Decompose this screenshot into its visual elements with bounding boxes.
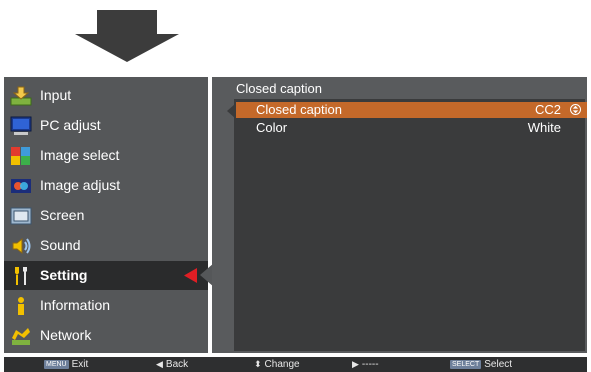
option-closed-caption[interactable]: Closed caption CC2 [236, 102, 587, 118]
information-icon [9, 295, 33, 317]
menu-item-label: Sound [40, 237, 81, 253]
guide-bar: MENU Exit ◀ Back ⬍ Change ▶ ----- SELECT… [4, 357, 587, 372]
right-arrow-icon: ▶ [352, 359, 359, 369]
guide-change-label: Change [264, 359, 300, 370]
menu-item-image-adjust[interactable]: Image adjust [4, 171, 208, 200]
pc-adjust-icon [9, 115, 33, 137]
sound-icon [9, 235, 33, 257]
guide-select: SELECT Select [450, 358, 512, 371]
menu-item-label: Screen [40, 207, 85, 223]
submenu-content-area [234, 99, 585, 351]
down-arrow-icon [75, 10, 179, 62]
menu-item-information[interactable]: Information [4, 291, 208, 320]
submenu-pointer-icon [227, 104, 235, 118]
guide-select-label: Select [484, 359, 513, 370]
menu-item-label: Network [40, 327, 92, 343]
guide-next: ▶ ----- [352, 358, 379, 371]
guide-back: ◀ Back [156, 358, 188, 371]
option-label: Color [256, 120, 288, 135]
select-key-icon: SELECT [450, 360, 482, 369]
menu-item-label: PC adjust [40, 117, 101, 133]
submenu-panel: Closed caption Closed caption CC2 Color … [212, 77, 587, 353]
main-menu: Input PC adjust Image select Image adjus… [4, 77, 208, 353]
guide-change: ⬍ Change [254, 358, 300, 371]
option-value: CC2 [534, 102, 561, 117]
menu-item-setting[interactable]: Setting [4, 261, 208, 290]
setting-icon [9, 265, 33, 287]
guide-exit: MENU Exit [44, 358, 88, 371]
menu-item-label: Image adjust [40, 177, 121, 193]
menu-item-input[interactable]: Input [4, 81, 208, 110]
submenu-title: Closed caption [236, 81, 322, 96]
menu-item-network[interactable]: Network [4, 321, 208, 350]
menu-key-icon: MENU [44, 360, 69, 369]
menu-item-label: Setting [40, 267, 88, 283]
option-value: White [527, 120, 561, 135]
up-down-arrows-icon[interactable] [570, 104, 581, 115]
menu-item-sound[interactable]: Sound [4, 231, 208, 260]
menu-item-label: Image select [40, 147, 120, 163]
screen-icon [9, 205, 33, 227]
guide-next-label: ----- [361, 359, 379, 370]
menu-item-image-select[interactable]: Image select [4, 141, 208, 170]
menu-item-label: Input [40, 87, 72, 103]
guide-back-label: Back [165, 359, 189, 370]
network-icon [9, 325, 33, 347]
input-icon [9, 85, 33, 107]
menu-item-label: Information [40, 297, 111, 313]
left-arrow-icon: ◀ [156, 359, 163, 369]
menu-item-screen[interactable]: Screen [4, 201, 208, 230]
menu-item-pc-adjust[interactable]: PC adjust [4, 111, 208, 140]
option-label: Closed caption [256, 102, 342, 117]
up-down-icon: ⬍ [254, 359, 262, 369]
image-select-icon [9, 145, 33, 167]
option-color[interactable]: Color White [236, 120, 587, 136]
guide-exit-label: Exit [71, 359, 89, 370]
image-adjust-icon [9, 175, 33, 197]
